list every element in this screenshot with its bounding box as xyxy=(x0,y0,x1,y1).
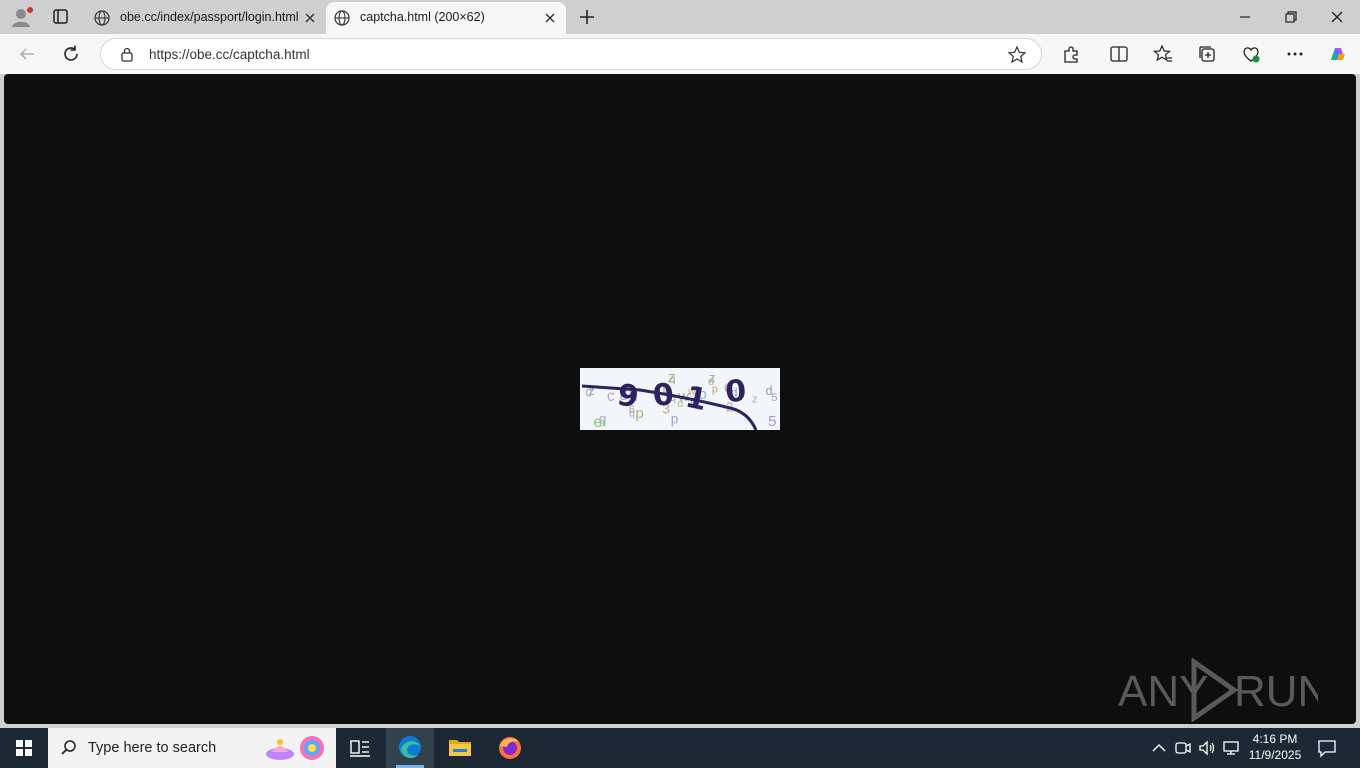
system-clock[interactable]: 4:16 PM 11/9/2025 xyxy=(1240,731,1310,763)
favorites-icon[interactable] xyxy=(1152,43,1174,65)
chevron-up-icon[interactable] xyxy=(1150,738,1168,758)
back-button[interactable] xyxy=(16,43,38,65)
captcha-code-char: 0 xyxy=(651,377,675,414)
globe-icon xyxy=(94,10,110,26)
globe-icon xyxy=(334,10,350,26)
volume-icon[interactable] xyxy=(1198,738,1216,758)
search-icon xyxy=(60,739,78,757)
captcha-code-char: 1 xyxy=(682,380,710,419)
profile-icon[interactable] xyxy=(8,5,34,29)
tab-title: captcha.html (200×62) xyxy=(360,10,485,24)
notifications-icon[interactable] xyxy=(1316,737,1338,759)
new-tab-button[interactable] xyxy=(576,6,598,28)
captcha-noise-char: p xyxy=(635,405,643,422)
edge-taskbar-icon[interactable] xyxy=(386,728,434,768)
extensions-icon[interactable] xyxy=(1060,43,1082,65)
collections-icon[interactable] xyxy=(1196,43,1218,65)
captcha-image[interactable]: ddqtz6qecdp5wdazbdq3dwqqp52zJdczp9010 xyxy=(580,368,780,430)
browser-toolbar: https://obe.cc/captcha.html xyxy=(0,34,1360,74)
firefox-taskbar-icon[interactable] xyxy=(486,728,534,768)
watermark-text-run: RUN xyxy=(1234,667,1318,716)
task-view-button[interactable] xyxy=(336,728,384,768)
tab-captcha[interactable]: captcha.html (200×62) xyxy=(326,2,566,34)
lock-icon[interactable] xyxy=(119,46,135,62)
captcha-noise-char: d xyxy=(766,384,773,398)
file-explorer-taskbar-icon[interactable] xyxy=(436,728,484,768)
favorite-star-icon[interactable] xyxy=(1007,45,1027,65)
clock-time: 4:16 PM xyxy=(1252,732,1298,746)
copilot-icon[interactable] xyxy=(1326,43,1348,65)
captcha-noise-char: p xyxy=(671,411,679,426)
refresh-button[interactable] xyxy=(60,43,82,65)
captcha-code-char: 0 xyxy=(724,374,747,410)
minimize-button[interactable] xyxy=(1234,6,1256,28)
taskbar: Type here to search 4:16 PM 11/9/2025 xyxy=(0,728,1360,768)
tab-strip: obe.cc/index/passport/login.html captcha… xyxy=(0,0,1360,34)
browser-essentials-icon[interactable] xyxy=(1240,43,1262,65)
start-button[interactable] xyxy=(0,728,48,768)
tab-title: obe.cc/index/passport/login.html xyxy=(120,10,299,24)
search-placeholder: Type here to search xyxy=(88,740,217,756)
captcha-canvas: ddqtz6qec d p5w dazbdq3dwqq p 52z Jdczp9 0 1 0 xyxy=(581,370,778,430)
close-window-button[interactable] xyxy=(1326,6,1348,28)
address-bar[interactable]: https://obe.cc/captcha.html xyxy=(100,38,1042,70)
clock-date: 11/9/2025 xyxy=(1248,748,1302,762)
more-options-icon[interactable] xyxy=(1284,43,1306,65)
tab-actions-icon[interactable] xyxy=(46,6,74,28)
close-tab-icon[interactable] xyxy=(542,10,558,26)
taskbar-search[interactable]: Type here to search xyxy=(48,728,336,768)
captcha-noise-char: c xyxy=(607,388,615,405)
close-tab-icon[interactable] xyxy=(302,10,318,26)
split-screen-icon[interactable] xyxy=(1108,43,1130,65)
restore-button[interactable] xyxy=(1280,6,1302,28)
page-content: ddqtz6qecdp5wdazbdq3dwqqp52zJdczp9010 AN… xyxy=(4,74,1356,724)
anyrun-watermark: ANY RUN xyxy=(1118,657,1329,723)
captcha-noise-char: z xyxy=(752,394,758,406)
tab-login[interactable]: obe.cc/index/passport/login.html xyxy=(86,2,326,34)
url-text[interactable]: https://obe.cc/captcha.html xyxy=(149,47,310,62)
meet-now-icon[interactable] xyxy=(1174,738,1192,758)
search-highlight-icon xyxy=(262,732,332,764)
network-icon[interactable] xyxy=(1222,738,1240,758)
captcha-noise-char: 5 xyxy=(768,413,776,430)
captcha-noise-char: a xyxy=(599,417,606,429)
